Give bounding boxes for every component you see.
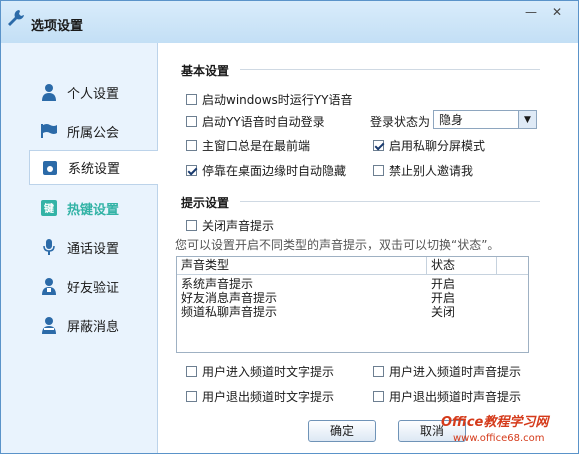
checkbox-box[interactable]: [186, 165, 197, 176]
login-status-label: 登录状态为: [370, 115, 431, 129]
wrench-icon: [8, 10, 24, 26]
flag-icon: [39, 121, 59, 141]
sidebar-item-guild[interactable]: 所属公会: [29, 114, 159, 148]
title-bar: 选项设置 — ✕: [1, 1, 578, 43]
sidebar-item-hotkeys[interactable]: 键 热键设置: [29, 191, 159, 225]
key-icon: 键: [39, 198, 59, 218]
table-row[interactable]: 系统声音提示 开启: [177, 277, 497, 291]
sidebar-item-label: 个人设置: [67, 86, 120, 102]
basic-section-title: 基本设置: [181, 64, 230, 78]
svg-text:键: 键: [43, 202, 55, 215]
window-title: 选项设置: [31, 19, 84, 34]
checkbox-box[interactable]: [373, 366, 384, 377]
checkbox-box[interactable]: [186, 94, 197, 105]
checkbox-box[interactable]: [186, 140, 197, 151]
column-header-type[interactable]: 声音类型: [177, 257, 427, 274]
sidebar-item-label: 热键设置: [67, 202, 120, 218]
splitchat-checkbox[interactable]: 启用私聊分屏模式: [373, 137, 485, 154]
block-icon: [39, 315, 59, 335]
friend-verify-icon: [39, 276, 59, 296]
enter-text-checkbox[interactable]: 用户进入频道时文字提示: [186, 363, 334, 380]
table-header: 声音类型 状态: [177, 257, 528, 275]
autohide-checkbox[interactable]: 停靠在桌面边缘时自动隐藏: [186, 162, 346, 179]
autologin-checkbox[interactable]: 启动YY语音时自动登录: [186, 113, 325, 130]
sidebar-item-label: 系统设置: [68, 162, 121, 177]
person-icon: [39, 82, 59, 102]
ok-button[interactable]: 确定: [308, 420, 376, 442]
sidebar-item-label: 好友验证: [67, 280, 120, 296]
noinvite-checkbox[interactable]: 禁止别人邀请我: [373, 162, 473, 179]
sidebar-item-label: 所属公会: [67, 125, 120, 141]
options-window: 选项设置 — ✕ 个人设置 所属公会 系统设置 键 热键设置 通话设置 好友验证…: [0, 0, 579, 454]
microphone-icon: [39, 237, 59, 257]
autostart-checkbox[interactable]: 启动windows时运行YY语音: [186, 91, 352, 108]
sidebar-item-personal[interactable]: 个人设置: [29, 75, 159, 109]
checkbox-box[interactable]: [373, 391, 384, 402]
sidebar-item-system[interactable]: 系统设置: [29, 150, 158, 185]
table-row[interactable]: 好友消息声音提示 开启: [177, 291, 497, 305]
checkbox-box[interactable]: [186, 116, 197, 127]
enter-sound-checkbox[interactable]: 用户进入频道时声音提示: [373, 363, 521, 380]
close-icon[interactable]: ✕: [545, 3, 569, 21]
checkbox-box[interactable]: [186, 366, 197, 377]
watermark-url: www.office68.com: [453, 433, 545, 444]
sidebar-item-block[interactable]: 屏蔽消息: [29, 308, 159, 342]
exit-sound-checkbox[interactable]: 用户退出频道时声音提示: [373, 388, 521, 405]
column-header-status[interactable]: 状态: [427, 257, 497, 274]
divider: [240, 201, 540, 202]
table-row[interactable]: 频道私聊声音提示 关闭: [177, 305, 497, 319]
settings-panel: 基本设置 启动windows时运行YY语音 启动YY语音时自动登录 登录状态为 …: [158, 43, 578, 453]
prompt-section-title: 提示设置: [181, 196, 230, 210]
sidebar: 个人设置 所属公会 系统设置 键 热键设置 通话设置 好友验证 屏蔽消息: [1, 43, 159, 453]
checkbox-box[interactable]: [373, 140, 384, 151]
divider: [240, 69, 540, 70]
checkbox-box[interactable]: [186, 220, 197, 231]
watermark-title: Office教程学习网: [441, 415, 549, 430]
sound-table: 声音类型 状态 系统声音提示 开启 好友消息声音提示 开启 频道私聊声音提示 关…: [176, 256, 529, 353]
exit-text-checkbox[interactable]: 用户退出频道时文字提示: [186, 388, 334, 405]
topmost-checkbox[interactable]: 主窗口总是在最前端: [186, 137, 310, 154]
system-icon: [40, 158, 60, 178]
sidebar-item-label: 屏蔽消息: [67, 319, 120, 335]
login-status-select[interactable]: 隐身 ▼: [433, 110, 537, 129]
checkbox-box[interactable]: [373, 165, 384, 176]
minimize-icon[interactable]: —: [519, 3, 543, 21]
chevron-down-icon[interactable]: ▼: [518, 111, 536, 128]
sidebar-item-label: 通话设置: [67, 241, 120, 257]
mute-checkbox[interactable]: 关闭声音提示: [186, 217, 274, 234]
prompt-hint: 您可以设置开启不同类型的声音提示，双击可以切换“状态”。: [175, 238, 500, 252]
sidebar-item-friend-verify[interactable]: 好友验证: [29, 269, 159, 303]
checkbox-box[interactable]: [186, 391, 197, 402]
sidebar-item-call[interactable]: 通话设置: [29, 230, 159, 264]
